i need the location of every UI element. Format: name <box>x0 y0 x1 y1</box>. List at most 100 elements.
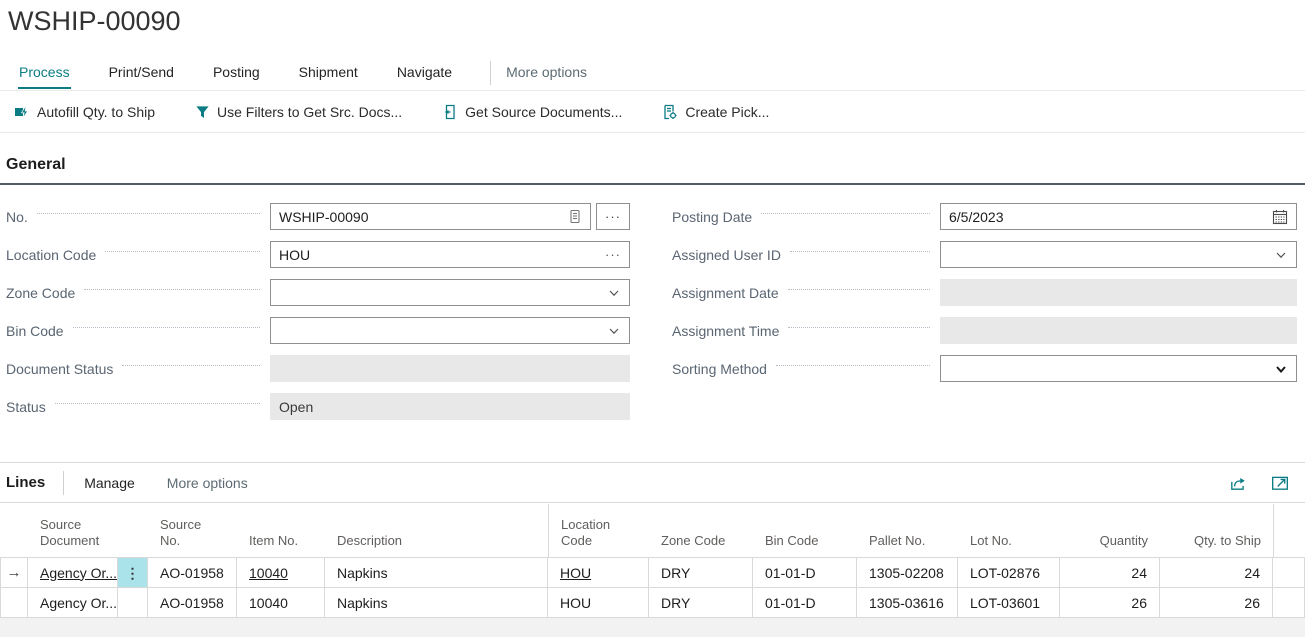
dotted-leader <box>788 289 930 290</box>
chevron-down-icon[interactable] <box>607 286 621 300</box>
dotted-leader <box>761 213 930 214</box>
lines-manage-button[interactable]: Manage <box>84 475 135 491</box>
general-right-column: Posting Date 6/5/2023 <box>672 203 1297 393</box>
tab-process[interactable]: Process <box>18 60 71 89</box>
column-header-source-no[interactable]: Source No. <box>148 504 237 557</box>
lot-no-cell[interactable]: LOT-02876 <box>958 558 1060 588</box>
description-cell[interactable]: Napkins <box>325 558 548 588</box>
autofill-qty-button[interactable]: Autofill Qty. to Ship <box>14 104 155 120</box>
lines-table: Source Document Source No. Item No. Desc… <box>0 504 1305 618</box>
location-code-lookup-icon[interactable]: ··· <box>605 247 621 262</box>
description-cell[interactable]: Napkins <box>325 588 548 618</box>
get-source-documents-button[interactable]: Get Source Documents... <box>442 104 622 120</box>
location-code-cell[interactable]: HOU <box>548 588 649 618</box>
share-icon[interactable] <box>1229 474 1247 492</box>
bin-code-label: Bin Code <box>6 323 64 339</box>
document-status-field <box>270 355 630 382</box>
no-input[interactable]: WSHIP-00090 <box>270 203 591 230</box>
quantity-cell[interactable]: 24 <box>1060 558 1160 588</box>
row-selector-cell[interactable]: → <box>0 558 28 588</box>
warehouse-shipment-page: WSHIP-00090 Process Print/Send Posting S… <box>0 0 1305 637</box>
column-header-pallet-no[interactable]: Pallet No. <box>857 504 958 557</box>
item-no-cell[interactable]: 10040 <box>237 588 325 618</box>
zone-code-cell[interactable]: DRY <box>649 558 753 588</box>
qty-to-ship-cell[interactable]: 24 <box>1160 558 1273 588</box>
location-code-label: Location Code <box>6 247 96 263</box>
column-header-qty-to-ship[interactable]: Qty. to Ship <box>1160 504 1273 557</box>
posting-date-label: Posting Date <box>672 209 752 225</box>
field-posting-date: Posting Date 6/5/2023 <box>672 203 1297 230</box>
assignment-time-field <box>940 317 1297 344</box>
column-header-description[interactable]: Description <box>325 504 548 557</box>
tab-navigate[interactable]: Navigate <box>396 60 453 87</box>
chevron-down-bold-icon[interactable] <box>1274 362 1288 376</box>
assigned-user-id-label: Assigned User ID <box>672 247 781 263</box>
use-filters-button[interactable]: Use Filters to Get Src. Docs... <box>195 104 402 120</box>
row-selector-cell[interactable] <box>0 588 28 618</box>
assignment-time-label: Assignment Time <box>672 323 779 339</box>
row-menu-cell[interactable] <box>118 588 148 618</box>
assignment-date-field <box>940 279 1297 306</box>
source-no-cell[interactable]: AO-01958 <box>148 588 237 618</box>
column-header-source-document[interactable]: Source Document <box>28 504 118 557</box>
bin-code-cell[interactable]: 01-01-D <box>753 558 857 588</box>
column-header-selector <box>0 504 28 557</box>
assigned-user-id-dropdown[interactable] <box>940 241 1297 268</box>
create-pick-label: Create Pick... <box>685 104 769 120</box>
source-document-cell[interactable]: Agency Or... <box>28 588 118 618</box>
posting-date-input[interactable]: 6/5/2023 <box>940 203 1297 230</box>
field-document-status: Document Status <box>6 355 630 382</box>
source-no-cell[interactable]: AO-01958 <box>148 558 237 588</box>
tab-print-send[interactable]: Print/Send <box>108 60 175 87</box>
row-menu-button[interactable]: ⋮ <box>118 558 148 588</box>
no-assist-edit-button[interactable]: ··· <box>596 203 630 230</box>
active-row-arrow-icon: → <box>7 564 22 581</box>
source-document-cell[interactable]: Agency Or... <box>28 558 118 588</box>
lines-more-options-button[interactable]: More options <box>167 475 248 491</box>
location-code-input[interactable]: HOU ··· <box>270 241 630 268</box>
zone-code-cell[interactable]: DRY <box>649 588 753 618</box>
create-pick-button[interactable]: Create Pick... <box>662 104 769 120</box>
location-code-cell[interactable]: HOU <box>548 558 649 588</box>
assignment-date-label: Assignment Date <box>672 285 779 301</box>
column-header-zone-code[interactable]: Zone Code <box>649 504 753 557</box>
field-assignment-time: Assignment Time <box>672 317 1297 344</box>
no-series-icon[interactable] <box>568 209 582 224</box>
lines-table-header: Source Document Source No. Item No. Desc… <box>0 504 1305 557</box>
item-no-cell[interactable]: 10040 <box>237 558 325 588</box>
general-section-heading[interactable]: General <box>0 156 1305 185</box>
sorting-method-label: Sorting Method <box>672 361 767 377</box>
column-header-lot-no[interactable]: Lot No. <box>958 504 1060 557</box>
zone-code-dropdown[interactable] <box>270 279 630 306</box>
pallet-no-cell[interactable]: 1305-03616 <box>857 588 958 618</box>
quantity-cell[interactable]: 26 <box>1060 588 1160 618</box>
column-header-location-code[interactable]: Location Code <box>548 504 649 557</box>
qty-to-ship-cell[interactable]: 26 <box>1160 588 1273 618</box>
field-status: Status Open <box>6 393 630 420</box>
column-header-item-no[interactable]: Item No. <box>237 504 325 557</box>
tab-posting[interactable]: Posting <box>212 60 261 87</box>
vertical-ellipsis-icon: ⋮ <box>126 566 140 580</box>
calendar-icon[interactable] <box>1272 209 1288 225</box>
bin-code-dropdown[interactable] <box>270 317 630 344</box>
column-header-row-menu <box>118 504 148 557</box>
action-bar: Autofill Qty. to Ship Use Filters to Get… <box>0 92 1305 133</box>
chevron-down-icon[interactable] <box>1274 248 1288 262</box>
column-header-bin-code[interactable]: Bin Code <box>753 504 857 557</box>
lot-no-cell[interactable]: LOT-03601 <box>958 588 1060 618</box>
more-options-button[interactable]: More options <box>505 60 588 84</box>
bin-code-cell[interactable]: 01-01-D <box>753 588 857 618</box>
tab-shipment[interactable]: Shipment <box>298 60 359 87</box>
dotted-leader <box>55 403 260 404</box>
pallet-no-cell[interactable]: 1305-02208 <box>857 558 958 588</box>
chevron-down-icon[interactable] <box>607 324 621 338</box>
page-title: WSHIP-00090 <box>8 6 181 37</box>
lines-toolbar-divider <box>63 471 64 495</box>
dotted-leader <box>73 327 260 328</box>
use-filters-label: Use Filters to Get Src. Docs... <box>217 104 402 120</box>
focus-mode-icon[interactable] <box>1271 474 1289 492</box>
dotted-leader <box>776 365 930 366</box>
dotted-leader <box>105 251 260 252</box>
column-header-quantity[interactable]: Quantity <box>1060 504 1160 557</box>
sorting-method-select[interactable] <box>940 355 1297 382</box>
